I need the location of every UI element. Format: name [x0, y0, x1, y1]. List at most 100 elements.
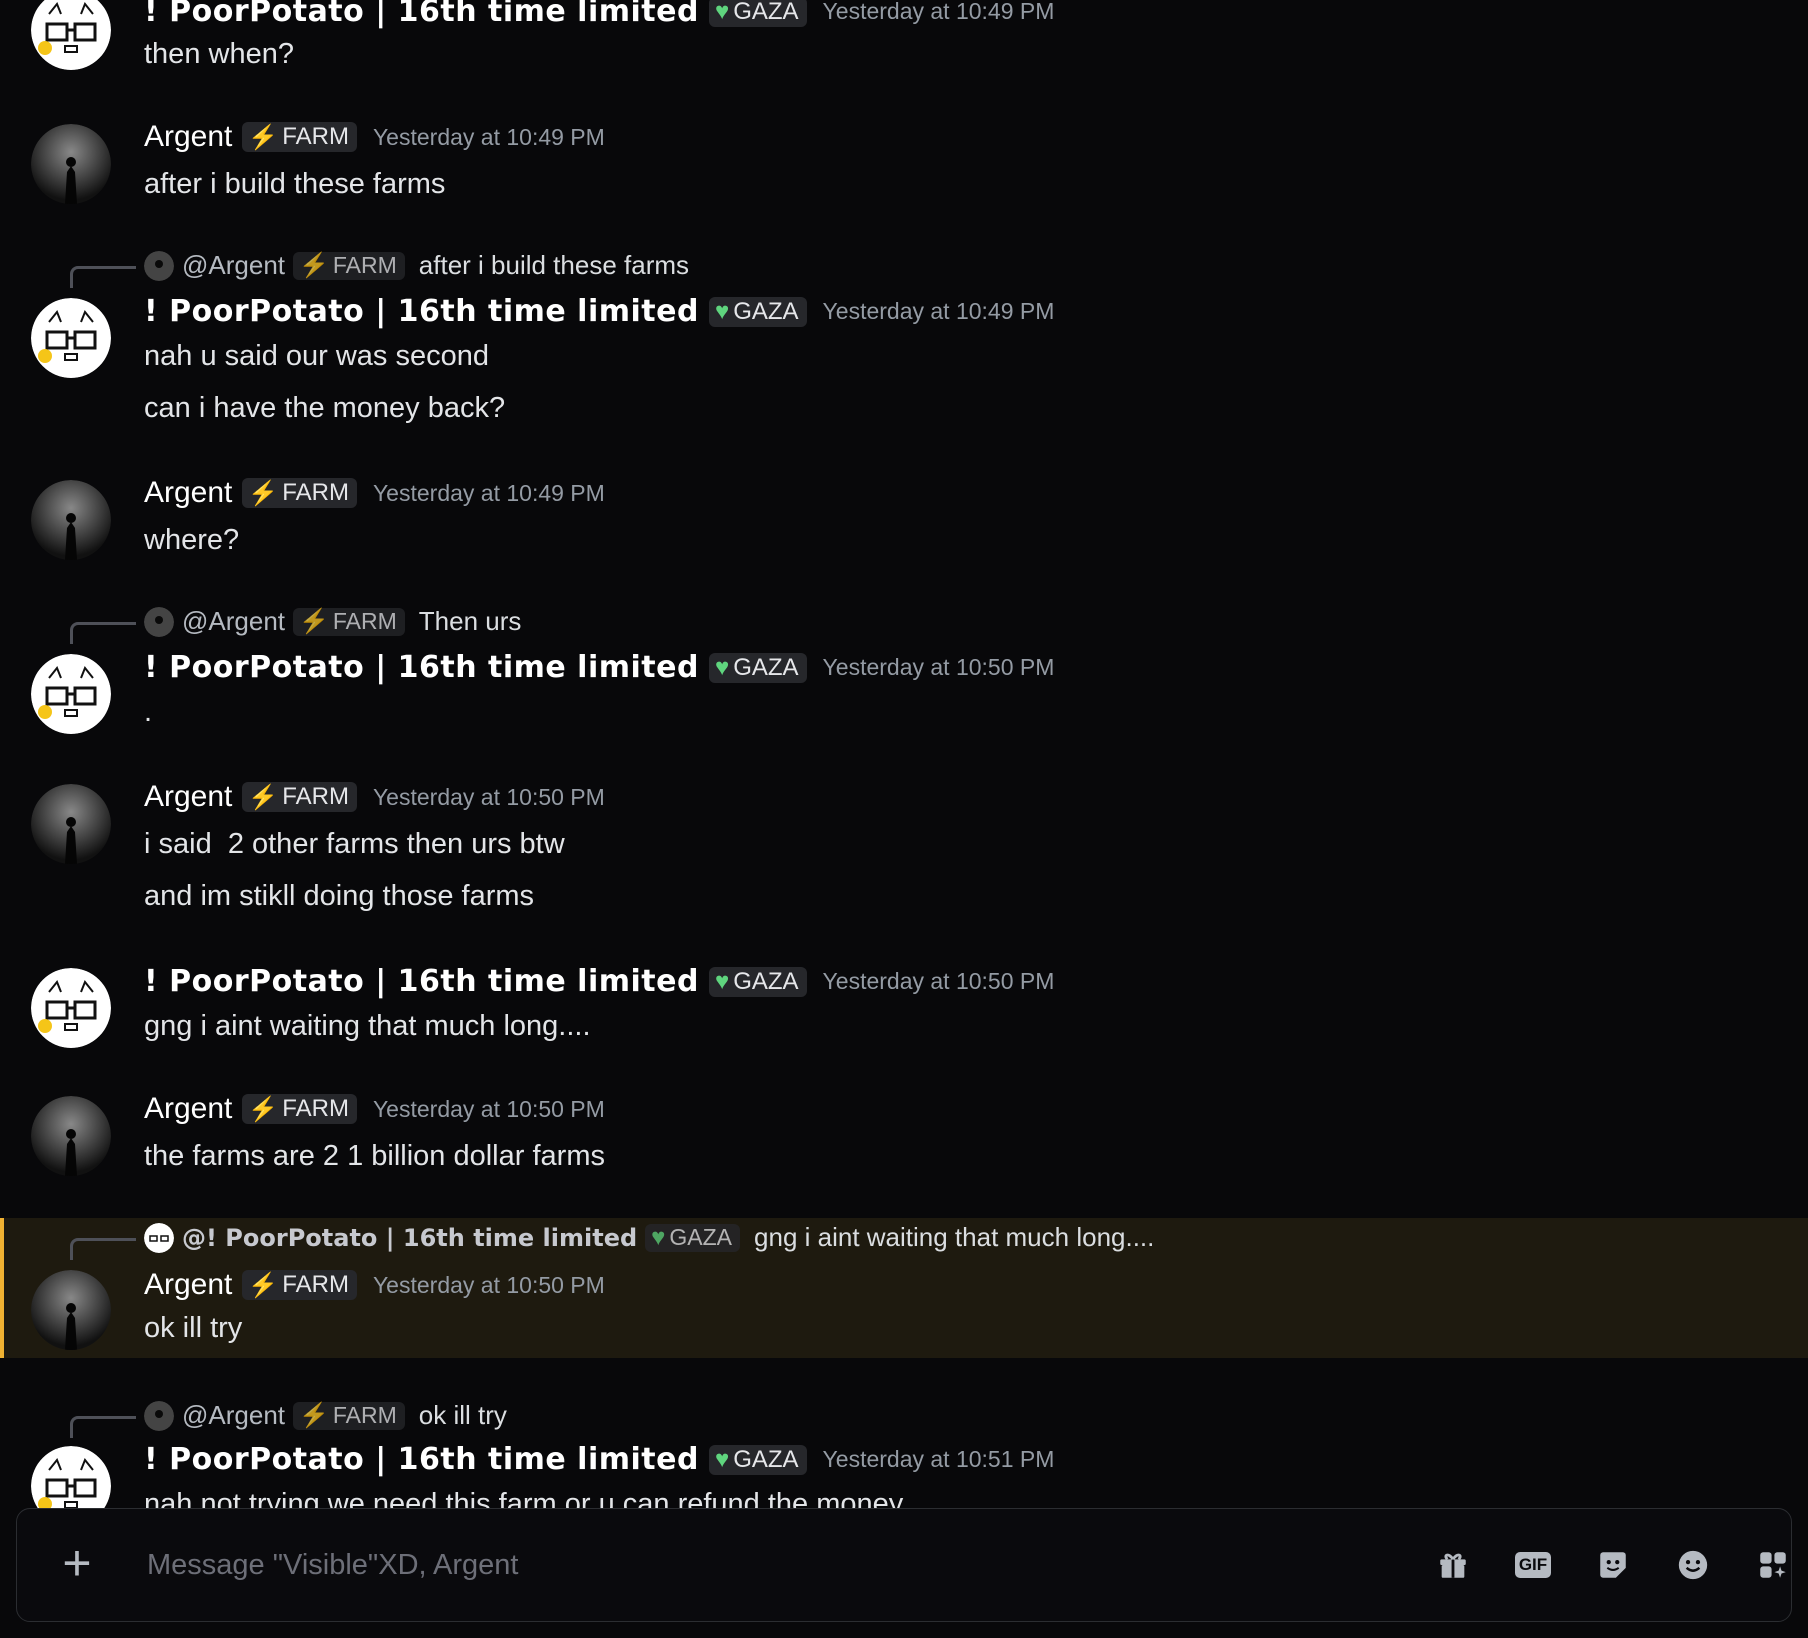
bolt-icon: ⚡: [248, 123, 279, 151]
message-header: Argent ⚡ FARM Yesterday at 10:50 PM: [144, 1268, 605, 1302]
server-tag[interactable]: ♥ GAZA: [708, 1444, 807, 1475]
message: Argent ⚡ FARM Yesterday at 10:49 PM after…: [0, 112, 1808, 222]
message: @Argent ⚡ FARM Then urs ! PoorPotato | 16…: [0, 606, 1808, 756]
message-text: can i have the money back?: [144, 392, 506, 424]
timestamp: Yesterday at 10:51 PM: [822, 1446, 1055, 1472]
server-tag[interactable]: ⚡ FARM: [242, 478, 357, 508]
message-text: i said 2 other farms then urs btw: [144, 828, 565, 860]
timestamp: Yesterday at 10:49 PM: [822, 0, 1055, 24]
avatar-argent[interactable]: [31, 480, 111, 560]
avatar-poorpotato[interactable]: [31, 654, 111, 734]
plus-icon[interactable]: +: [53, 1538, 101, 1589]
message: @Argent ⚡ FARM ok ill try ! PoorPotato | …: [0, 1400, 1808, 1510]
username[interactable]: Argent: [144, 476, 232, 510]
reply-text: after i build these farms: [418, 250, 690, 280]
reply-preview[interactable]: @Argent ⚡ FARM after i build these farms: [144, 250, 689, 281]
bolt-icon: ⚡: [248, 783, 279, 811]
message-header: ! PoorPotato | 16th time limited ♥ GAZA Y…: [144, 294, 1054, 329]
message-composer: + GIF: [16, 1508, 1792, 1622]
username[interactable]: ! PoorPotato | 16th time limited: [144, 1442, 699, 1477]
apps-icon[interactable]: [1753, 1545, 1793, 1585]
username[interactable]: Argent: [144, 1092, 232, 1126]
message-mentioned: @! PoorPotato | 16th time limited ♥ GAZA …: [0, 1218, 1808, 1358]
message-header: Argent ⚡ FARM Yesterday at 10:50 PM: [144, 1092, 605, 1126]
server-tag[interactable]: ♥ GAZA: [708, 0, 807, 27]
reply-preview[interactable]: @Argent ⚡ FARM ok ill try: [144, 1400, 507, 1431]
avatar-poorpotato[interactable]: [31, 1446, 111, 1510]
server-tag: ⚡ FARM: [293, 607, 405, 636]
avatar-poorpotato[interactable]: [31, 968, 111, 1048]
message-text: gng i aint waiting that much long....: [144, 1010, 591, 1042]
reply-mention[interactable]: @Argent: [182, 250, 285, 281]
reply-spine: [70, 622, 136, 644]
server-tag[interactable]: ⚡ FARM: [242, 1094, 357, 1124]
server-tag: ♥ GAZA: [645, 1223, 741, 1252]
server-tag: ⚡ FARM: [293, 1401, 405, 1430]
timestamp: Yesterday at 10:50 PM: [372, 1095, 605, 1122]
avatar-argent[interactable]: [31, 1270, 111, 1350]
reply-avatar: [144, 250, 174, 281]
heart-icon: ♥: [714, 0, 730, 25]
message-text: nah not trying we need this farm or u ca…: [144, 1488, 904, 1510]
message-header: ! PoorPotato | 16th time limited ♥ GAZA Y…: [144, 964, 1054, 999]
gift-icon[interactable]: [1433, 1545, 1473, 1585]
username[interactable]: ! PoorPotato | 16th time limited: [144, 0, 699, 29]
reply-preview[interactable]: @Argent ⚡ FARM Then urs: [144, 606, 521, 637]
bolt-icon: ⚡: [299, 252, 329, 279]
reply-preview[interactable]: @! PoorPotato | 16th time limited ♥ GAZA …: [144, 1222, 1154, 1253]
avatar-argent[interactable]: [31, 124, 111, 204]
reply-mention[interactable]: @Argent: [182, 1400, 285, 1431]
reply-spine: [70, 1238, 136, 1260]
username[interactable]: ! PoorPotato | 16th time limited: [144, 650, 699, 685]
server-tag[interactable]: ⚡ FARM: [242, 122, 357, 152]
avatar-argent[interactable]: [31, 784, 111, 864]
sticker-icon[interactable]: [1593, 1545, 1633, 1585]
bolt-icon: ⚡: [299, 1402, 329, 1429]
reply-mention[interactable]: @Argent: [182, 606, 285, 637]
reply-avatar: [144, 1400, 174, 1431]
message-header: Argent ⚡ FARM Yesterday at 10:49 PM: [144, 476, 605, 510]
reply-spine: [70, 1416, 136, 1438]
reply-mention[interactable]: @! PoorPotato | 16th time limited: [182, 1224, 637, 1252]
reply-spine: [70, 266, 136, 288]
bolt-icon: ⚡: [248, 479, 279, 507]
message: Argent ⚡ FARM Yesterday at 10:50 PM i sai…: [0, 772, 1808, 942]
message-header: ! PoorPotato | 16th time limited ♥ GAZA Y…: [144, 650, 1054, 685]
reply-avatar: [144, 1222, 174, 1253]
timestamp: Yesterday at 10:50 PM: [822, 968, 1055, 994]
reply-text: ok ill try: [418, 1400, 507, 1430]
gif-icon[interactable]: GIF: [1513, 1545, 1553, 1585]
bolt-icon: ⚡: [248, 1095, 279, 1123]
bolt-icon: ⚡: [299, 608, 329, 635]
server-tag: ⚡ FARM: [293, 251, 405, 280]
username[interactable]: ! PoorPotato | 16th time limited: [144, 964, 699, 999]
message-feed[interactable]: ! PoorPotato | 16th time limited ♥ GAZA Y…: [0, 0, 1808, 1510]
server-tag[interactable]: ♥ GAZA: [708, 966, 807, 997]
username[interactable]: Argent: [144, 780, 232, 814]
message-input[interactable]: [145, 1539, 1399, 1591]
message-text: nah u said our was second: [144, 340, 489, 372]
emoji-icon[interactable]: [1673, 1545, 1713, 1585]
message-header: ! PoorPotato | 16th time limited ♥ GAZA Y…: [144, 0, 1054, 29]
username[interactable]: ! PoorPotato | 16th time limited: [144, 294, 699, 329]
message-text: after i build these farms: [144, 168, 446, 200]
avatar-argent[interactable]: [31, 1096, 111, 1176]
server-tag[interactable]: ⚡ FARM: [242, 1270, 357, 1300]
server-tag[interactable]: ♥ GAZA: [708, 296, 807, 327]
username[interactable]: Argent: [144, 1268, 232, 1302]
message-text: ok ill try: [144, 1312, 243, 1344]
avatar-poorpotato[interactable]: [31, 0, 111, 70]
server-tag[interactable]: ⚡ FARM: [242, 782, 357, 812]
heart-icon: ♥: [714, 653, 730, 681]
avatar-poorpotato[interactable]: [31, 298, 111, 378]
bolt-icon: ⚡: [248, 1271, 279, 1299]
message-text: and im stikll doing those farms: [144, 880, 535, 912]
timestamp: Yesterday at 10:49 PM: [822, 298, 1055, 324]
username[interactable]: Argent: [144, 120, 232, 154]
reply-avatar: [144, 606, 174, 637]
message: @Argent ⚡ FARM after i build these farms …: [0, 250, 1808, 440]
heart-icon: ♥: [714, 967, 730, 995]
message: Argent ⚡ FARM Yesterday at 10:50 PM the f…: [0, 1088, 1808, 1198]
server-tag[interactable]: ♥ GAZA: [708, 652, 807, 683]
heart-icon: ♥: [714, 1445, 730, 1473]
